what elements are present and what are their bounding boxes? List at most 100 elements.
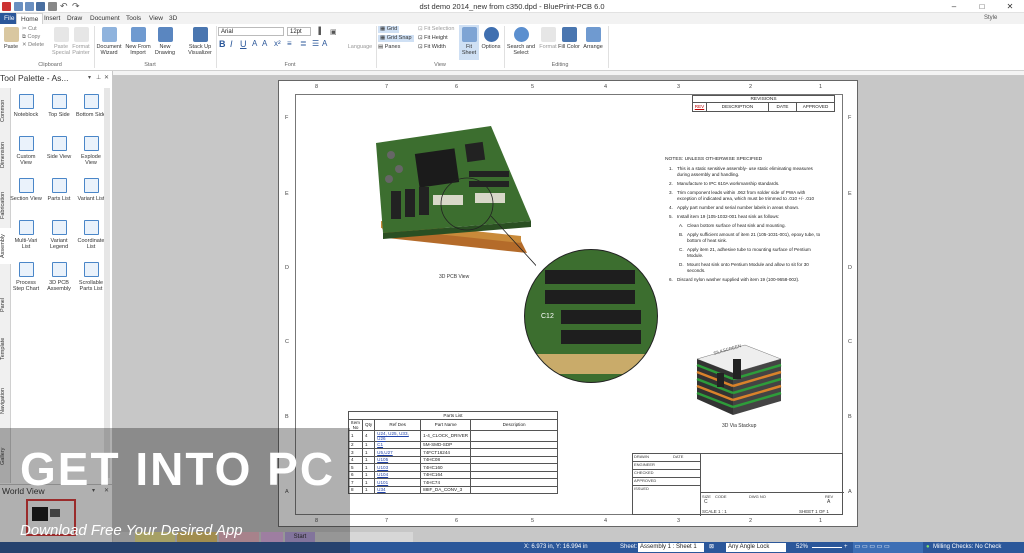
tab-draw[interactable]: Draw <box>63 13 86 24</box>
parts-list[interactable]: Parts List Item No Qty Ref Des Part Name… <box>348 411 558 494</box>
tool-bottom-side[interactable]: Bottom Side <box>75 94 107 118</box>
palette-scrollbar[interactable] <box>104 88 110 478</box>
tab-template[interactable]: Template <box>0 334 11 364</box>
fit-sheet-button[interactable]: Fit Sheet <box>459 25 479 60</box>
text-effects-icon[interactable]: ▣ <box>330 28 337 36</box>
tool-multi-vari-list[interactable]: Multi-Vari List <box>10 220 42 250</box>
tool-top-side[interactable]: Top Side <box>43 94 75 118</box>
grid-snap-toggle[interactable]: ▦ Grid Snap <box>378 35 414 42</box>
milling-checks[interactable]: Milling Checks: No Check <box>933 542 1001 553</box>
align-right-icon[interactable]: ☰ <box>312 39 319 48</box>
palette-title: Tool Palette - As... <box>0 73 69 83</box>
language-button[interactable]: Language <box>346 44 374 50</box>
tool-custom-view[interactable]: Custom View <box>10 136 42 166</box>
tool-explode-view[interactable]: Explode View <box>75 136 107 166</box>
pcb-3d-view[interactable] <box>371 121 536 271</box>
table-row[interactable]: 3 1 U5,U27 74FCT16244 <box>348 448 558 457</box>
copy-button[interactable]: ⧉ Copy <box>22 34 40 41</box>
fit-width-button[interactable]: ⊡ Fit Width <box>418 44 446 51</box>
zone-label: 7 <box>385 84 389 90</box>
close-icon[interactable]: ✕ <box>104 74 109 81</box>
revisions-block[interactable]: REVISIONS REV DESCRIPTION DATE APPROVED <box>692 95 835 112</box>
align-center-icon[interactable]: ≣ <box>300 39 307 48</box>
options-button[interactable]: Options <box>480 27 502 50</box>
angle-lock-select[interactable]: Any Angle Lock <box>726 543 786 552</box>
paste-button[interactable]: Paste <box>2 27 20 50</box>
format-painter-button[interactable]: Format Painter <box>70 27 92 56</box>
tool-side-view[interactable]: Side View <box>43 136 75 160</box>
watermark-overlay: GET INTO PC Download Free Your Desired A… <box>0 428 350 553</box>
superscript-icon[interactable]: x² <box>274 39 281 48</box>
tool-noteblock[interactable]: Noteblock <box>10 94 42 118</box>
style-menu[interactable]: Style <box>984 15 997 21</box>
notes-block[interactable]: NOTES: UNLESS OTHERWISE SPECIFIED 1. This… <box>665 157 825 286</box>
new-from-import-button[interactable]: New From Import <box>124 27 152 56</box>
cut-button[interactable]: ✂ Cut <box>22 26 37 33</box>
font-shrink-icon[interactable]: A <box>262 39 267 48</box>
tool-variant-legend[interactable]: Variant Legend <box>43 220 75 250</box>
delete-button[interactable]: ✕ Delete <box>22 42 44 49</box>
drawing-sheet[interactable]: 8 7 6 5 4 3 2 1 8 7 6 5 4 3 2 1 F E D C … <box>278 80 858 527</box>
search-select-button[interactable]: Search and Select <box>505 27 537 56</box>
align-icon[interactable]: ≡ <box>287 39 292 48</box>
grid-toggle[interactable]: ▦ Grid <box>378 26 400 33</box>
tool-scrollable-parts-list[interactable]: Scrollable Parts List <box>75 262 107 292</box>
pin-icon[interactable]: ⊥ <box>96 74 101 81</box>
tool-section-view[interactable]: Section View <box>10 178 42 202</box>
tool-coordinate-list[interactable]: Coordinate List <box>75 220 107 250</box>
minimize-button[interactable]: – <box>940 0 968 13</box>
title-block-dwg: DWG NO <box>749 494 766 499</box>
font-grow-icon[interactable]: A <box>252 39 257 48</box>
italic-button[interactable]: I <box>230 39 233 49</box>
table-row[interactable]: 8 1 U34 88IF_DA_CONV_3 <box>348 485 558 494</box>
underline-button[interactable]: U <box>240 39 247 49</box>
table-row[interactable]: 6 1 U104 74HC164 <box>348 470 558 479</box>
tool-variant-list[interactable]: Variant List <box>75 178 107 202</box>
fit-selection-button[interactable]: ⊡ Fit Selection <box>418 26 454 33</box>
title-block[interactable]: DRAWN ENGINEER CHECKED APPROVED ISSUED D… <box>632 453 844 516</box>
zoom-slider[interactable] <box>812 547 842 548</box>
zoom-detail-view[interactable]: C12 <box>524 249 658 383</box>
table-row[interactable]: 5 1 U103 74HC160 <box>348 463 558 472</box>
via-stackup-view[interactable] <box>689 319 785 419</box>
tool-3d-pcb-assembly[interactable]: 3D PCB Assembly <box>43 262 75 292</box>
zone-label: 3 <box>677 84 681 90</box>
arrange-button[interactable]: Arrange <box>581 27 605 50</box>
title-block-date: DATE <box>673 454 684 459</box>
tab-panel[interactable]: Panel <box>0 293 11 317</box>
highlight-icon[interactable]: ▐ <box>316 28 321 35</box>
tool-parts-list[interactable]: Parts List <box>43 178 75 202</box>
close-button[interactable]: ✕ <box>996 0 1024 13</box>
group-clipboard: Clipboard <box>38 62 62 68</box>
font-name-select[interactable]: Arial <box>218 27 284 36</box>
chevron-down-icon[interactable]: ▾ <box>88 74 91 81</box>
tab-insert[interactable]: Insert <box>40 13 64 24</box>
tab-document[interactable]: Document <box>86 13 124 24</box>
zone-label: E <box>285 191 289 197</box>
format-button[interactable]: Format <box>537 27 559 50</box>
table-row[interactable]: 4 1 U105 74HC08 <box>348 455 558 464</box>
panes-button[interactable]: ▤ Panes <box>378 44 400 51</box>
tab-tools[interactable]: Tools <box>122 13 145 24</box>
sheet-select[interactable]: Assembly 1 : Sheet 1 <box>638 543 704 552</box>
zoom-in-icon[interactable]: + <box>844 542 848 553</box>
group-font: Font <box>284 62 296 68</box>
tool-process-step-chart[interactable]: Process Step Chart <box>10 262 42 292</box>
tab-navigation[interactable]: Navigation <box>0 383 11 419</box>
table-row[interactable]: 2 1 C1 5M-SMD-SDP <box>348 440 558 449</box>
font-size-select[interactable]: 12pt <box>287 27 311 36</box>
bold-button[interactable]: B <box>219 39 226 49</box>
table-row[interactable]: 7 1 U101 74HC74 <box>348 478 558 487</box>
fit-height-button[interactable]: ⊡ Fit Height <box>418 35 448 42</box>
stackup-visualizer-button[interactable]: Stack Up Visualizer <box>185 27 215 56</box>
new-drawing-button[interactable]: New Drawing <box>153 27 177 56</box>
fill-color-button[interactable]: Fill Color <box>558 27 580 50</box>
font-color-icon[interactable]: A <box>322 39 327 48</box>
table-row[interactable]: 1 4 U24, U25, U33, U26 1-4_CLOCK_DRIVER <box>348 429 558 442</box>
tab-view[interactable]: View <box>145 13 167 24</box>
document-wizard-button[interactable]: Document Wizard <box>96 27 122 56</box>
tab-3d[interactable]: 3D <box>165 13 181 24</box>
view-mode-buttons[interactable]: ▭ ▭ ▭ ▭ ▭ <box>853 542 923 553</box>
paste-special-button[interactable]: Paste Special <box>50 27 72 56</box>
maximize-button[interactable]: □ <box>968 0 996 13</box>
